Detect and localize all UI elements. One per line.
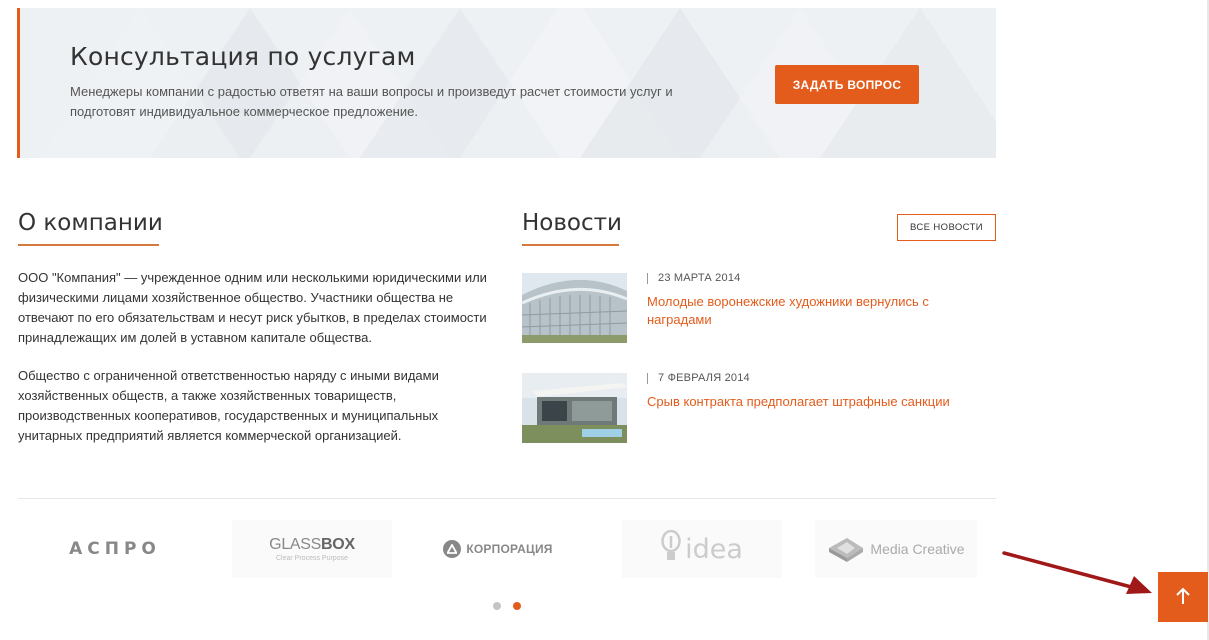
about-title: О компании — [18, 210, 163, 236]
annotation-arrow-icon — [1002, 551, 1152, 594]
carousel-dot-2[interactable] — [513, 602, 521, 610]
partner-logo-corporation[interactable]: КОРПОРАЦИЯ — [428, 520, 568, 578]
cube-logo-icon — [827, 534, 865, 565]
consultation-banner: Консультация по услугам Менеджеры компан… — [17, 8, 996, 158]
news-title-underline — [522, 244, 619, 246]
news-date: 23 МАРТА 2014 — [647, 273, 740, 284]
glassbox-tagline: Clear Process Purpose — [276, 555, 348, 562]
news-thumbnail[interactable] — [522, 373, 627, 443]
all-news-button[interactable]: ВСЕ НОВОСТИ — [897, 214, 996, 241]
consultation-title: Консультация по услугам — [70, 42, 416, 71]
scroll-to-top-button[interactable] — [1158, 572, 1208, 622]
partner-logo-media-creative-text: Media Creative — [870, 541, 965, 557]
news-item: 23 МАРТА 2014 Молодые воронежские художн… — [522, 273, 996, 343]
partner-logo-glassbox[interactable]: GLASSBOX Clear Process Purpose — [232, 520, 392, 578]
partner-logo-idea[interactable]: idea — [622, 520, 782, 578]
partner-logo-media-creative[interactable]: Media Creative — [815, 520, 977, 578]
partner-logo-aspro[interactable]: АСПРО — [35, 520, 195, 578]
carousel-dot-1[interactable] — [493, 602, 501, 610]
news-title-link[interactable]: Срыв контракта предполагает штрафные сан… — [647, 393, 967, 411]
partner-logo-corporation-text: КОРПОРАЦИЯ — [466, 542, 553, 556]
about-paragraph-2: Общество с ограниченной ответственностью… — [18, 368, 439, 443]
partner-logo-aspro-text: АСПРО — [69, 539, 161, 559]
partner-logo-idea-text: idea — [685, 533, 743, 565]
glassbox-wordmark: GLASSBOX — [269, 536, 355, 553]
about-title-underline — [18, 244, 159, 246]
consultation-text: Менеджеры компании с радостью ответят на… — [70, 84, 673, 119]
ask-question-button[interactable]: ЗАДАТЬ ВОПРОС — [775, 65, 919, 104]
about-paragraph-1: ООО "Компания" — учрежденное одним или н… — [18, 270, 487, 345]
arrow-up-icon — [1175, 586, 1191, 609]
news-date: 7 ФЕВРАЛЯ 2014 — [647, 373, 750, 384]
triangle-logo-icon — [443, 540, 462, 558]
lightbulb-icon — [661, 529, 681, 569]
news-item: 7 ФЕВРАЛЯ 2014 Срыв контракта предполага… — [522, 373, 996, 443]
news-thumbnail[interactable] — [522, 273, 627, 343]
news-title: Новости — [522, 210, 622, 236]
section-divider — [18, 498, 996, 499]
news-title-link[interactable]: Молодые воронежские художники вернулись … — [647, 293, 967, 329]
